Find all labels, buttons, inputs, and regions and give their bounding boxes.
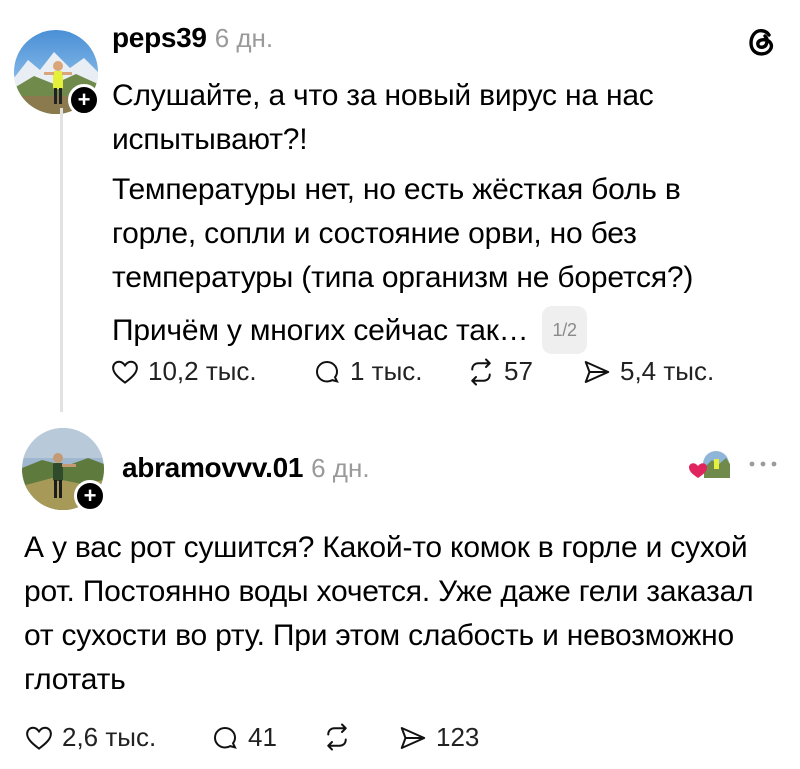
liked-by-author-indicator	[688, 450, 732, 482]
heart-icon	[112, 360, 138, 384]
heart-icon	[26, 726, 52, 750]
comment-icon	[315, 360, 339, 383]
repost-button[interactable]: 57	[466, 356, 533, 387]
like-count: 2,6 тыс.	[62, 722, 157, 752]
share-button[interactable]: 123	[398, 722, 479, 753]
username[interactable]: peps39	[112, 22, 207, 54]
post-paragraph-last: Причём у многих сейчас так… 1/2	[112, 306, 742, 354]
post-body: А у вас рот сушится? Какой-то комок в го…	[24, 531, 754, 696]
reply-count: 41	[248, 722, 277, 752]
share-send-icon	[584, 360, 610, 383]
repost-icon	[327, 723, 347, 751]
post-paragraph: Температуры нет, но есть жёсткая боль в …	[112, 173, 694, 294]
like-count: 10,2 тыс.	[148, 356, 257, 386]
share-button[interactable]: 5,4 тыс.	[582, 356, 714, 387]
reply-button[interactable]: 41	[210, 722, 277, 753]
reply-button[interactable]: 1 тыс.	[312, 356, 423, 387]
username[interactable]: abramovvv.01	[122, 452, 303, 484]
like-button[interactable]: 2,6 тыс.	[24, 722, 156, 753]
share-count: 123	[436, 722, 480, 752]
post-body: Слушайте, а что за новый вирус на нас ис…	[112, 74, 742, 354]
threads-logo-icon[interactable]	[744, 24, 780, 60]
page-counter-badge: 1/2	[542, 306, 587, 354]
comment-icon	[213, 726, 237, 749]
repost-button[interactable]	[322, 722, 360, 752]
post-header: peps39 6 дн.	[112, 22, 273, 54]
share-send-icon	[400, 726, 426, 749]
follow-plus-icon[interactable]: +	[74, 480, 106, 512]
post-time: 6 дн.	[311, 453, 370, 483]
like-button[interactable]: 10,2 тыс.	[110, 356, 257, 387]
reply-count: 1 тыс.	[350, 356, 423, 386]
follow-plus-icon[interactable]: +	[68, 84, 100, 116]
share-count: 5,4 тыс.	[620, 356, 715, 386]
post-paragraph: Причём у многих сейчас так…	[112, 314, 529, 347]
thread-connector-line	[60, 108, 63, 412]
repost-count: 57	[504, 356, 533, 386]
post-time: 6 дн.	[214, 23, 274, 53]
post-paragraph: Слушайте, а что за новый вирус на нас ис…	[112, 79, 654, 156]
repost-icon	[471, 358, 491, 385]
more-dots-icon[interactable]	[746, 454, 780, 474]
post-header: abramovvv.01 6 дн.	[122, 452, 370, 484]
